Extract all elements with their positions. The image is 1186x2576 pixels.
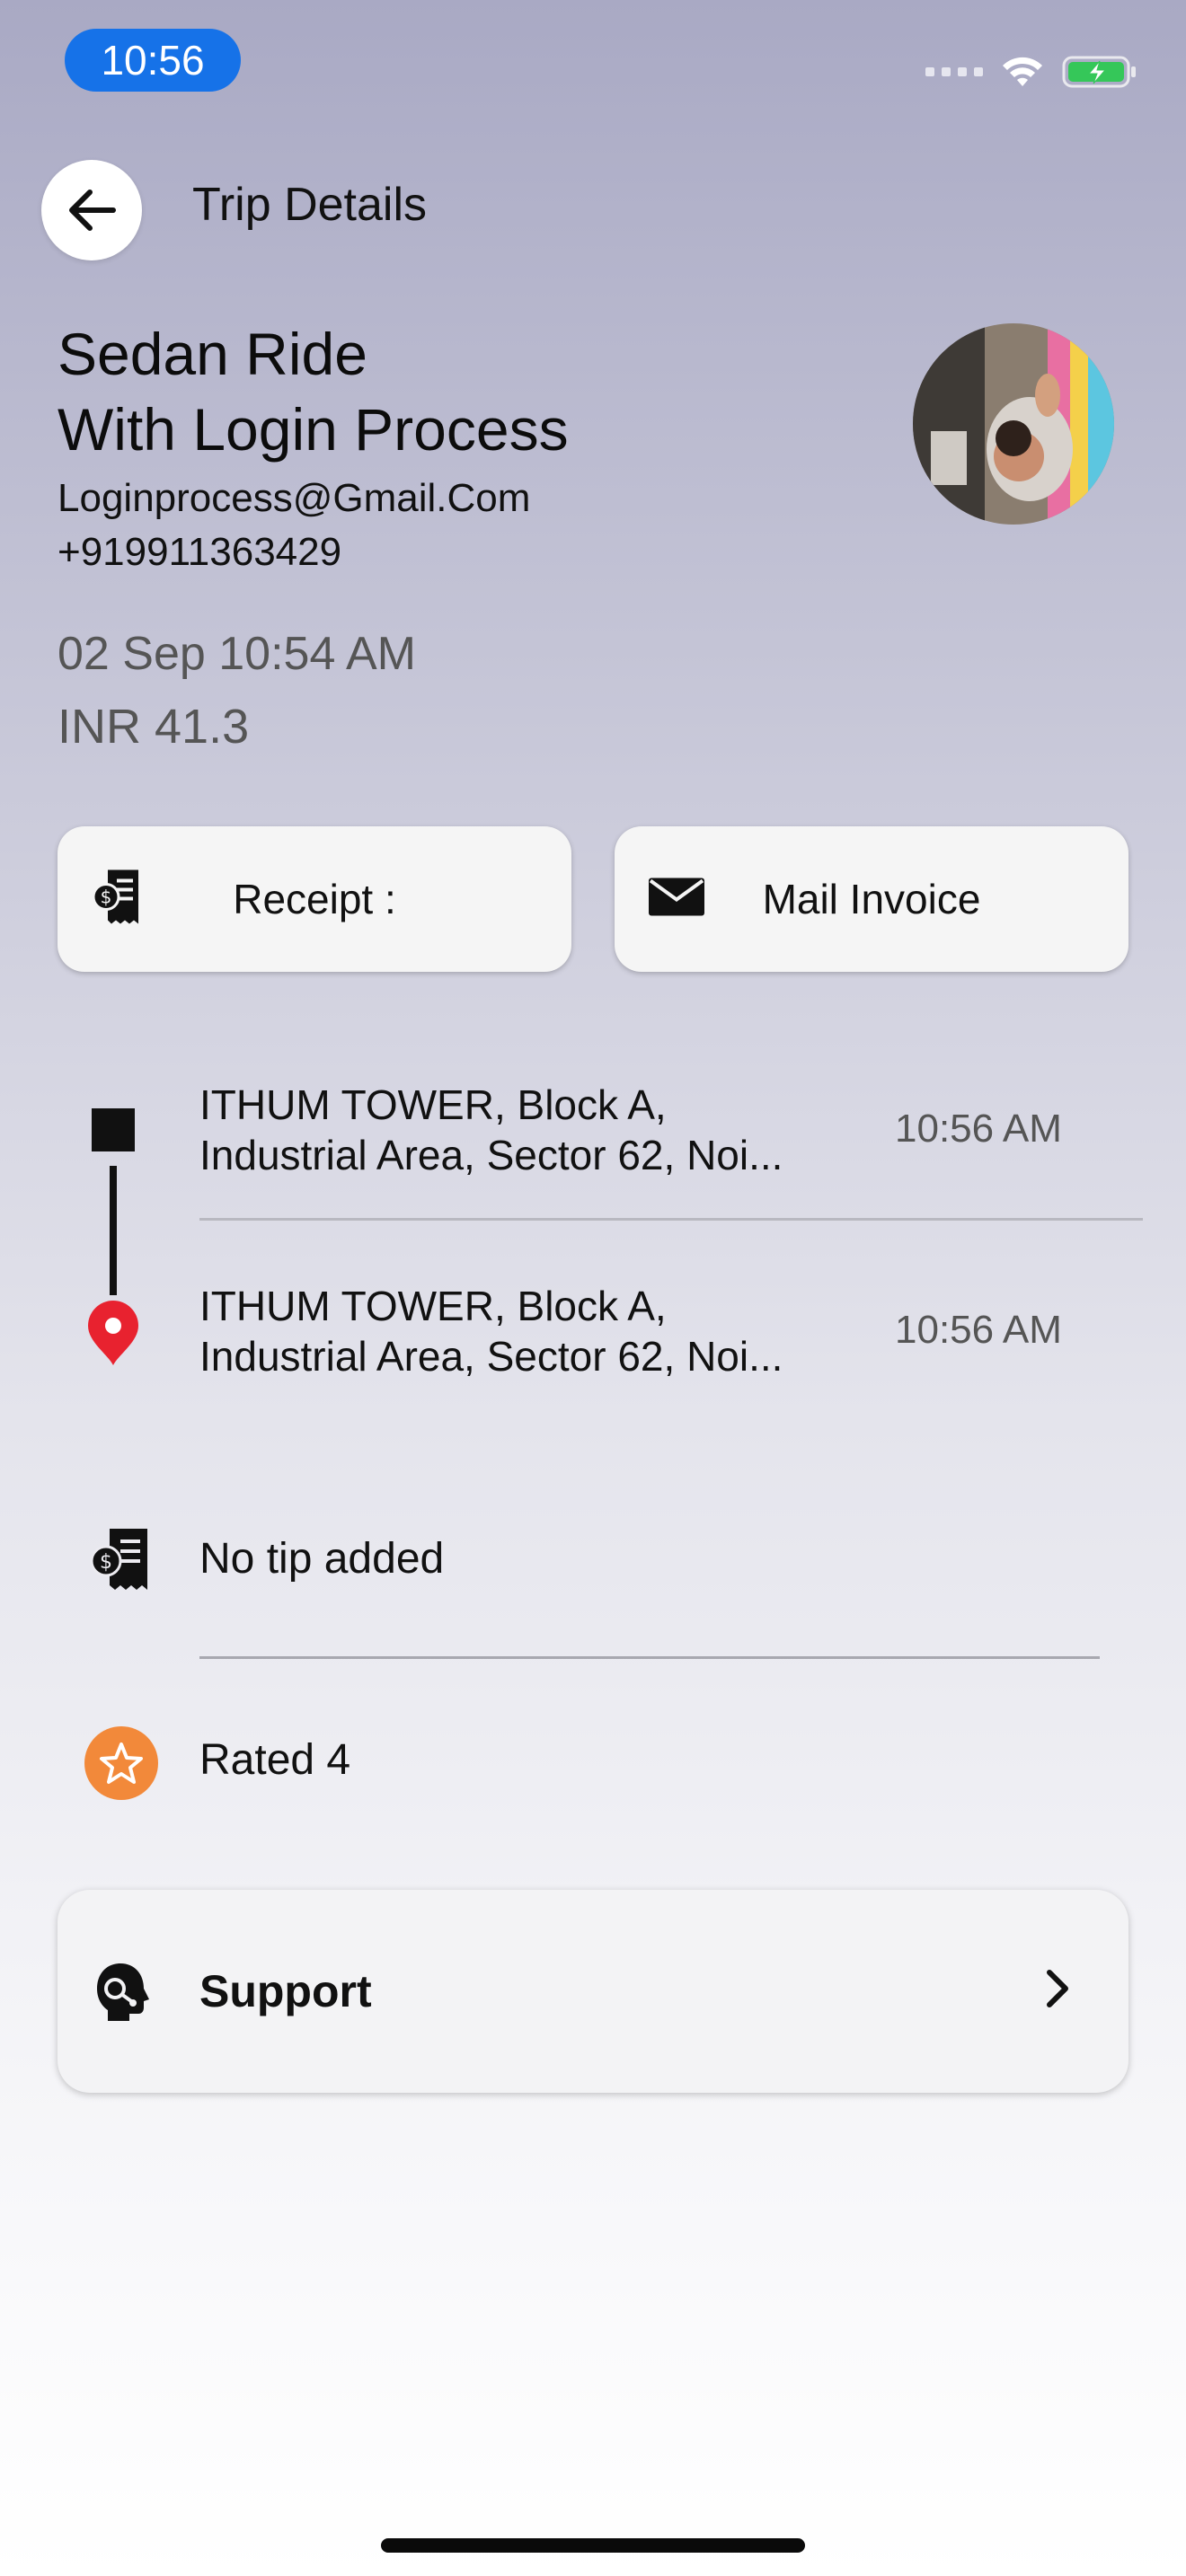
status-time: 10:56 <box>65 29 241 92</box>
star-icon <box>84 1726 158 1800</box>
trip-datetime: 02 Sep 10:54 AM <box>58 628 416 680</box>
wifi-icon <box>1003 57 1042 86</box>
battery-charging-icon <box>1062 56 1136 88</box>
dropoff-address: ITHUM TOWER, Block A, Industrial Area, S… <box>199 1281 864 1381</box>
support-label: Support <box>199 1966 372 2016</box>
trip-fare: INR 41.3 <box>58 700 250 754</box>
signal-icon <box>925 67 983 76</box>
avatar <box>913 323 1114 525</box>
dropoff-address-line-2: Industrial Area, Sector 62, Noi... <box>199 1333 783 1380</box>
svg-text:$: $ <box>100 1551 112 1574</box>
ride-name-line-2: With Login Process <box>58 396 569 463</box>
chevron-right-icon <box>1042 1967 1075 2015</box>
pickup-address: ITHUM TOWER, Block A, Industrial Area, S… <box>199 1080 864 1180</box>
rating-label: Rated 4 <box>199 1736 351 1784</box>
back-button[interactable] <box>41 160 142 260</box>
page-title: Trip Details <box>192 179 428 231</box>
user-email: Loginprocess@Gmail.Com <box>58 476 531 520</box>
ride-name-line-1: Sedan Ride <box>58 321 367 387</box>
ride-name: Sedan Ride With Login Process <box>58 316 569 467</box>
pickup-time: 10:56 AM <box>895 1107 1062 1151</box>
dropoff-time: 10:56 AM <box>895 1308 1062 1352</box>
mail-invoice-button[interactable]: Mail Invoice <box>615 826 1128 972</box>
receipt-icon: $ <box>92 869 144 931</box>
tip-status: No tip added <box>199 1535 445 1583</box>
pickup-address-line-1: ITHUM TOWER, Block A, <box>199 1081 667 1128</box>
location-pin-icon <box>84 1299 142 1372</box>
tip-receipt-icon: $ <box>90 1527 151 1596</box>
support-agent-icon <box>93 1962 151 2027</box>
mail-icon <box>649 878 704 921</box>
dropoff-address-line-1: ITHUM TOWER, Block A, <box>199 1283 667 1329</box>
pickup-address-line-2: Industrial Area, Sector 62, Noi... <box>199 1132 783 1178</box>
svg-text:$: $ <box>101 887 112 908</box>
status-icons <box>925 50 1137 93</box>
home-indicator[interactable] <box>381 2538 805 2553</box>
pickup-marker-icon <box>92 1108 135 1151</box>
route-line <box>110 1166 117 1295</box>
route-divider <box>199 1218 1143 1221</box>
user-phone: +919911363429 <box>58 530 342 574</box>
tip-divider <box>199 1656 1100 1659</box>
receipt-button[interactable]: $ Receipt : <box>58 826 571 972</box>
back-arrow-icon <box>69 190 116 231</box>
